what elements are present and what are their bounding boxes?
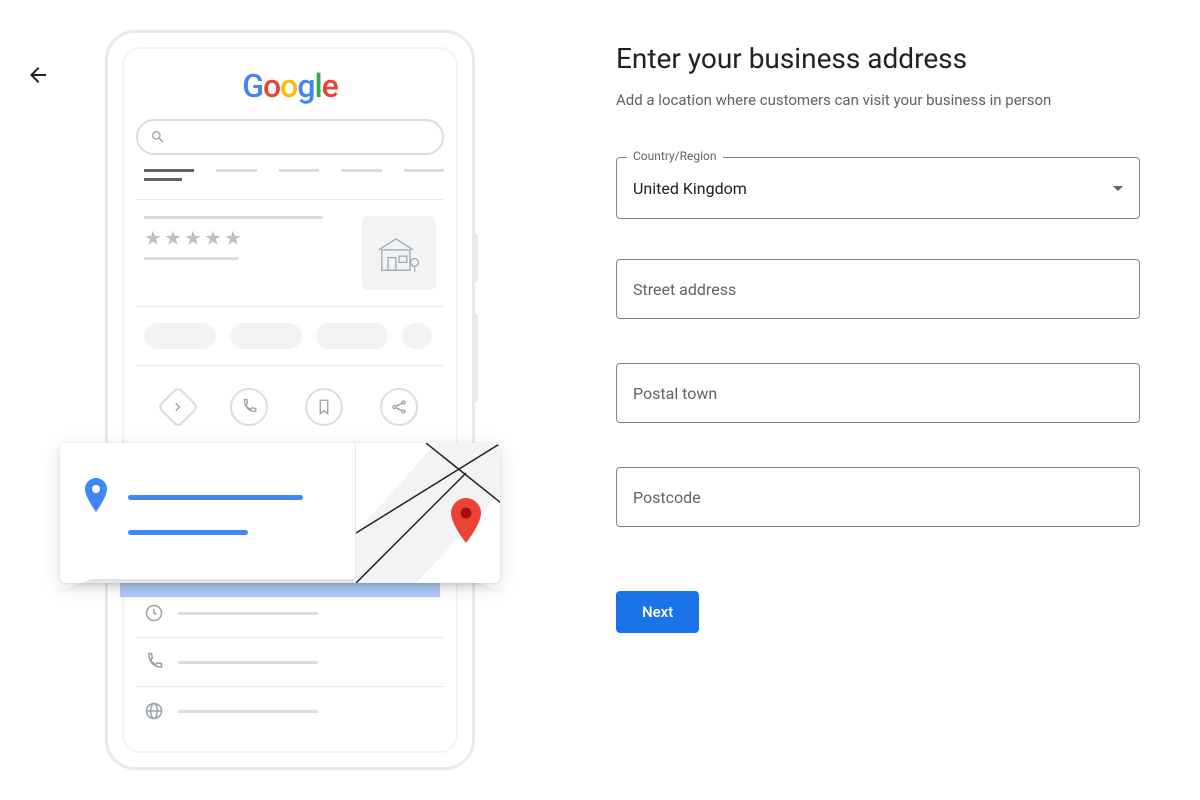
country-value: United Kingdom [633, 179, 1113, 198]
globe-icon [144, 701, 164, 721]
bookmark-icon [305, 388, 343, 426]
clock-icon [144, 603, 164, 623]
form-panel: Enter your business address Add a locati… [580, 0, 1200, 800]
map-thumbnail [355, 443, 500, 583]
storefront-icon [374, 228, 424, 278]
postcode-input[interactable] [616, 467, 1140, 527]
phone-frame: Google [105, 30, 475, 770]
phone-icon [144, 652, 164, 672]
google-logo: Google [136, 67, 444, 105]
building-thumb [362, 216, 436, 290]
country-label: Country/Region [627, 149, 723, 163]
search-icon [150, 129, 166, 145]
phone-icon [230, 388, 268, 426]
location-card [60, 443, 500, 583]
directions-icon [156, 386, 198, 428]
postal-town-input[interactable] [616, 363, 1140, 423]
star-icon [184, 229, 202, 247]
phone-screen: Google [122, 47, 458, 753]
search-bar-mock [136, 119, 444, 155]
street-address-input[interactable] [616, 259, 1140, 319]
illustration-panel: Google [0, 0, 580, 800]
chevron-down-icon [1113, 186, 1123, 191]
star-icon [144, 229, 162, 247]
star-icon [164, 229, 182, 247]
share-icon [380, 388, 418, 426]
page-subtitle: Add a location where customers can visit… [616, 91, 1140, 109]
country-region-select[interactable]: Country/Region United Kingdom [616, 157, 1140, 219]
next-button[interactable]: Next [616, 591, 699, 633]
star-icon [224, 229, 242, 247]
map-pin-blue-icon [84, 478, 108, 516]
page-title: Enter your business address [616, 42, 1140, 75]
star-icon [204, 229, 222, 247]
